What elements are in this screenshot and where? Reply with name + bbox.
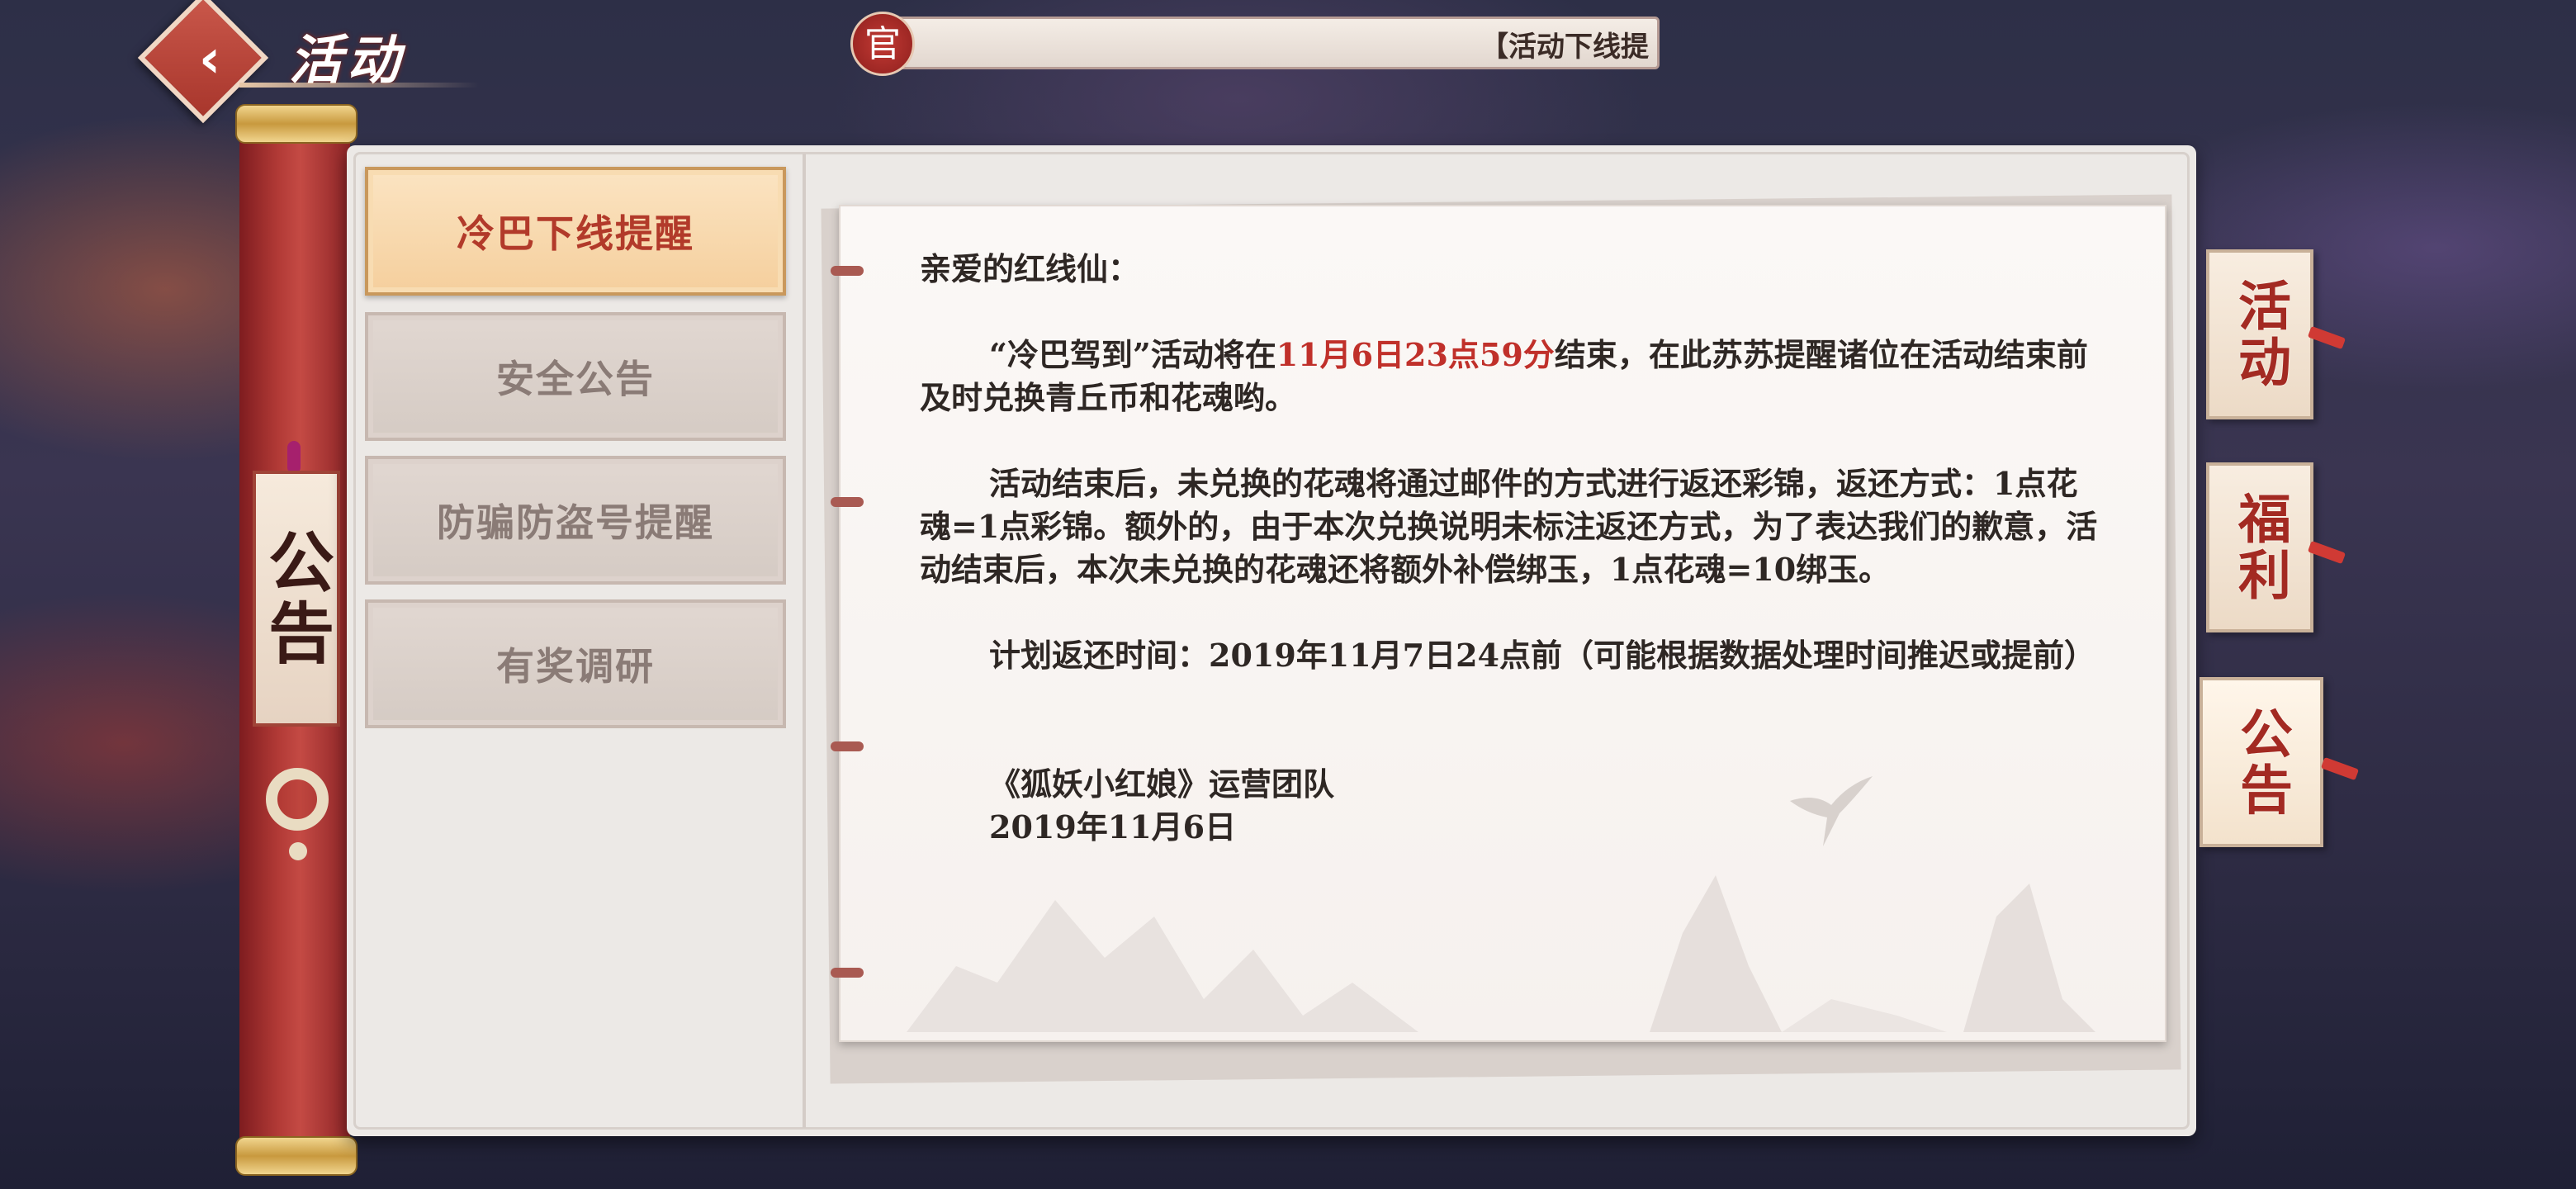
side-tab-notices[interactable]: 公告: [2200, 677, 2323, 847]
tab-label: 有奖调研: [496, 644, 655, 689]
official-badge-icon: 官: [850, 12, 915, 76]
end-time-highlight: 11月6日23点59分: [1276, 336, 1555, 373]
greeting: 亲爱的红线仙：: [920, 250, 1140, 287]
announcement-content[interactable]: 亲爱的红线仙： “冷巴驾到”活动将在11月6日23点59分结束，在此苏苏提醒诸位…: [839, 205, 2166, 1042]
ribbon-icon: [2320, 756, 2360, 781]
tab-anti-fraud-reminder[interactable]: 防骗防盗号提醒: [365, 456, 786, 585]
binder-ring: [831, 497, 864, 507]
binder-ring: [831, 266, 864, 276]
tab-security-notice[interactable]: 安全公告: [365, 312, 786, 441]
announcement-ticker[interactable]: 【活动下线提: [859, 17, 1660, 69]
announcement-body: 亲爱的红线仙： “冷巴驾到”活动将在11月6日23点59分结束，在此苏苏提醒诸位…: [920, 248, 2109, 849]
side-tab-label: 活动: [2229, 278, 2291, 391]
signature-date: 2019年11月6日: [989, 808, 1237, 846]
jade-bead-icon: [289, 842, 307, 860]
paragraph-end-notice: “冷巴驾到”活动将在11月6日23点59分结束，在此苏苏提醒诸位在活动结束前及时…: [920, 334, 2109, 419]
back-arrow-icon[interactable]: ‹: [177, 26, 243, 92]
tab-column-divider: [803, 154, 806, 1128]
side-tab-label: 公告: [2231, 706, 2293, 818]
tab-label: 冷巴下线提醒: [457, 211, 694, 256]
tab-label: 安全公告: [496, 357, 655, 401]
p1-text: “冷巴驾到”活动将在: [989, 336, 1276, 373]
paragraph-return-rules: 活动结束后，未兑换的花魂将通过邮件的方式进行返还彩锦，返还方式：1点花魂=1点彩…: [920, 465, 2098, 588]
binder-ring: [831, 968, 864, 978]
title-underline: [239, 83, 479, 88]
paragraph-return-time: 计划返还时间：2019年11月7日24点前（可能根据数据处理时间推迟或提前）: [989, 637, 2095, 674]
jade-ring-icon: [266, 768, 329, 831]
side-tab-events[interactable]: 活动: [2206, 249, 2313, 419]
side-tab-label: 福利: [2229, 491, 2291, 604]
notice-tag-label: 公告: [258, 528, 335, 670]
tab-lengba-offline-reminder[interactable]: 冷巴下线提醒: [365, 167, 786, 296]
side-tab-benefits[interactable]: 福利: [2206, 462, 2313, 632]
tab-survey[interactable]: 有奖调研: [365, 599, 786, 728]
binder-ring: [831, 741, 864, 751]
scroll-top-cap: [235, 104, 358, 144]
tab-label: 防骗防盗号提醒: [437, 500, 714, 545]
scroll-bottom-cap: [235, 1136, 358, 1176]
notice-hanging-tag: 公告: [253, 471, 340, 727]
signature: 《狐妖小红娘》运营团队: [989, 765, 1335, 803]
tag-pin-icon: [287, 441, 301, 474]
ticker-text: 【活动下线提: [1480, 31, 1649, 64]
